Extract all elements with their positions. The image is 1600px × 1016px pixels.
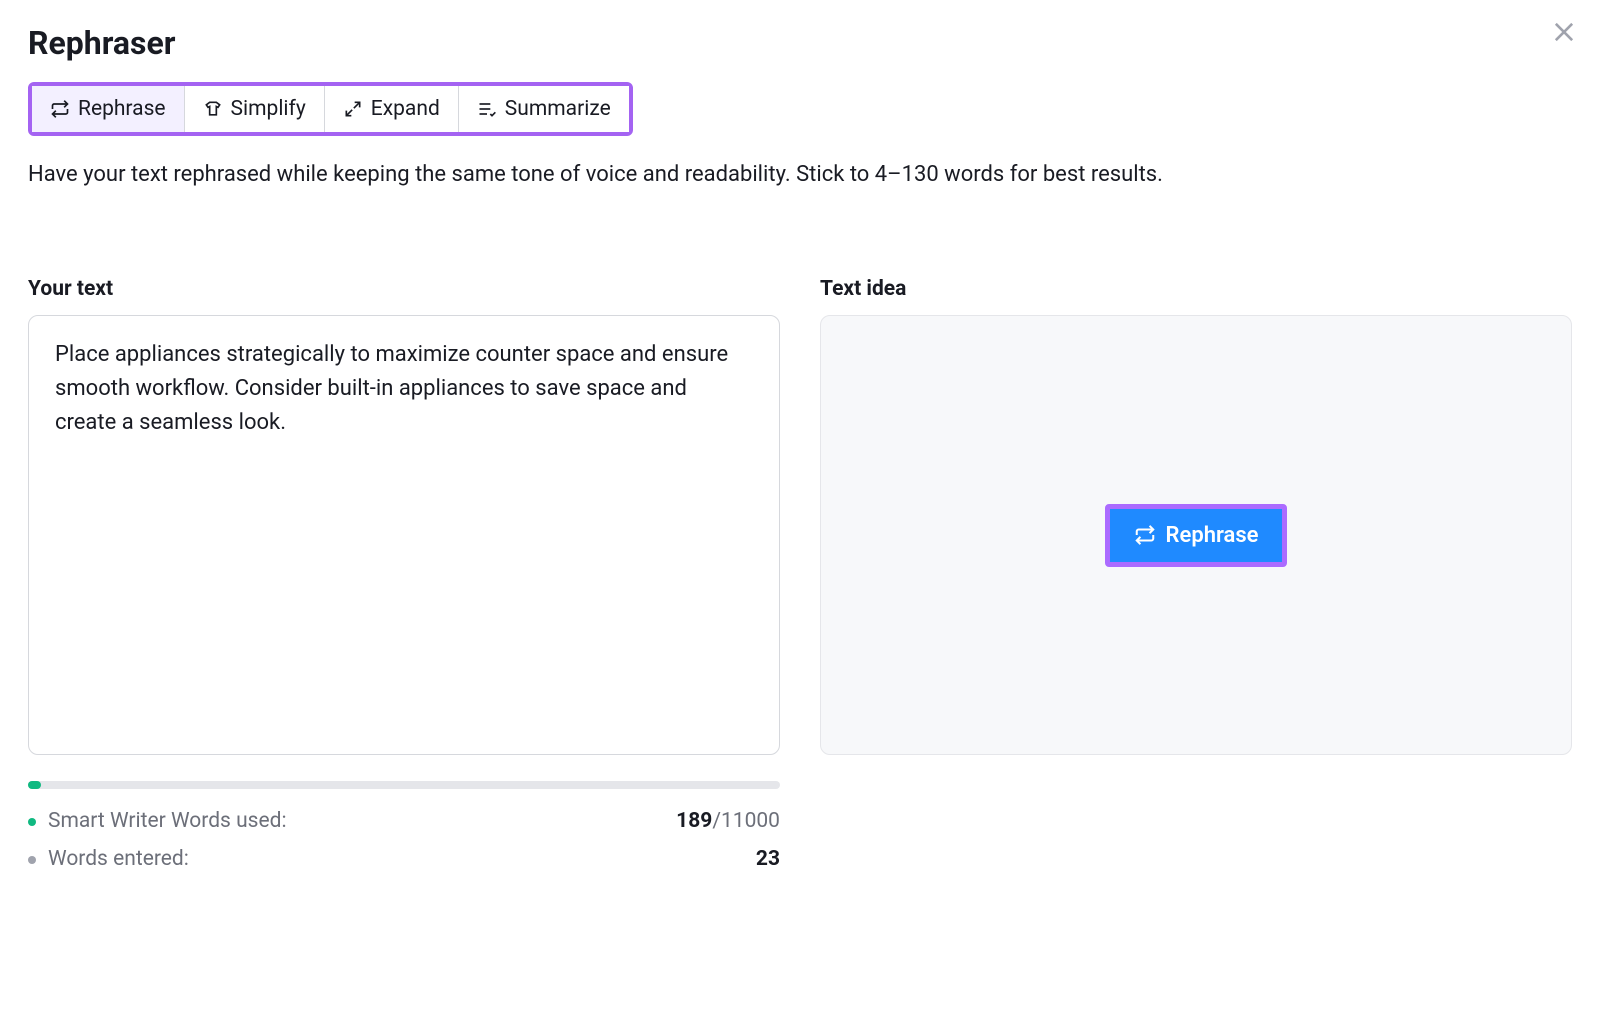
close-icon xyxy=(1550,18,1578,46)
tab-expand[interactable]: Expand xyxy=(325,86,459,132)
close-button[interactable] xyxy=(1550,18,1578,50)
content-panes: Your text Smart Writer Words used: 189/1… xyxy=(28,277,1572,879)
words-progress-bar xyxy=(28,781,780,789)
text-idea-output: Rephrase xyxy=(820,315,1572,755)
tab-rephrase[interactable]: Rephrase xyxy=(32,86,185,132)
mode-description: Have your text rephrased while keeping t… xyxy=(28,158,1428,191)
rephrase-button-highlight: Rephrase xyxy=(1105,504,1288,567)
tab-summarize[interactable]: Summarize xyxy=(459,86,629,132)
tab-label: Rephrase xyxy=(78,97,166,121)
stat-words-entered: Words entered: 23 xyxy=(28,841,780,879)
dot-green-icon xyxy=(28,818,36,826)
stat-value: 189/11000 xyxy=(676,803,780,841)
text-idea-title: Text idea xyxy=(820,277,1572,301)
tab-simplify[interactable]: Simplify xyxy=(185,86,325,132)
page-title: Rephraser xyxy=(28,24,1572,62)
shirt-icon xyxy=(203,99,223,119)
stat-label: Words entered: xyxy=(48,841,756,879)
tab-label: Simplify xyxy=(231,97,306,121)
mode-tabs: Rephrase Simplify Expand Summarize xyxy=(28,82,633,136)
repeat-icon xyxy=(1134,524,1156,546)
tab-label: Summarize xyxy=(505,97,611,121)
repeat-icon xyxy=(50,99,70,119)
rephrase-button-label: Rephrase xyxy=(1166,523,1259,548)
stat-label: Smart Writer Words used: xyxy=(48,803,676,841)
tab-label: Expand xyxy=(371,97,440,121)
list-check-icon xyxy=(477,99,497,119)
your-text-title: Your text xyxy=(28,277,780,301)
dot-grey-icon xyxy=(28,856,36,864)
text-idea-pane: Text idea Rephrase xyxy=(820,277,1572,879)
rephrase-button[interactable]: Rephrase xyxy=(1110,509,1283,562)
your-text-pane: Your text Smart Writer Words used: 189/1… xyxy=(28,277,780,879)
expand-icon xyxy=(343,99,363,119)
your-text-input[interactable] xyxy=(28,315,780,755)
stats-block: Smart Writer Words used: 189/11000 Words… xyxy=(28,803,780,879)
stat-words-used: Smart Writer Words used: 189/11000 xyxy=(28,803,780,841)
stat-value: 23 xyxy=(756,841,780,879)
words-progress-fill xyxy=(28,781,41,789)
